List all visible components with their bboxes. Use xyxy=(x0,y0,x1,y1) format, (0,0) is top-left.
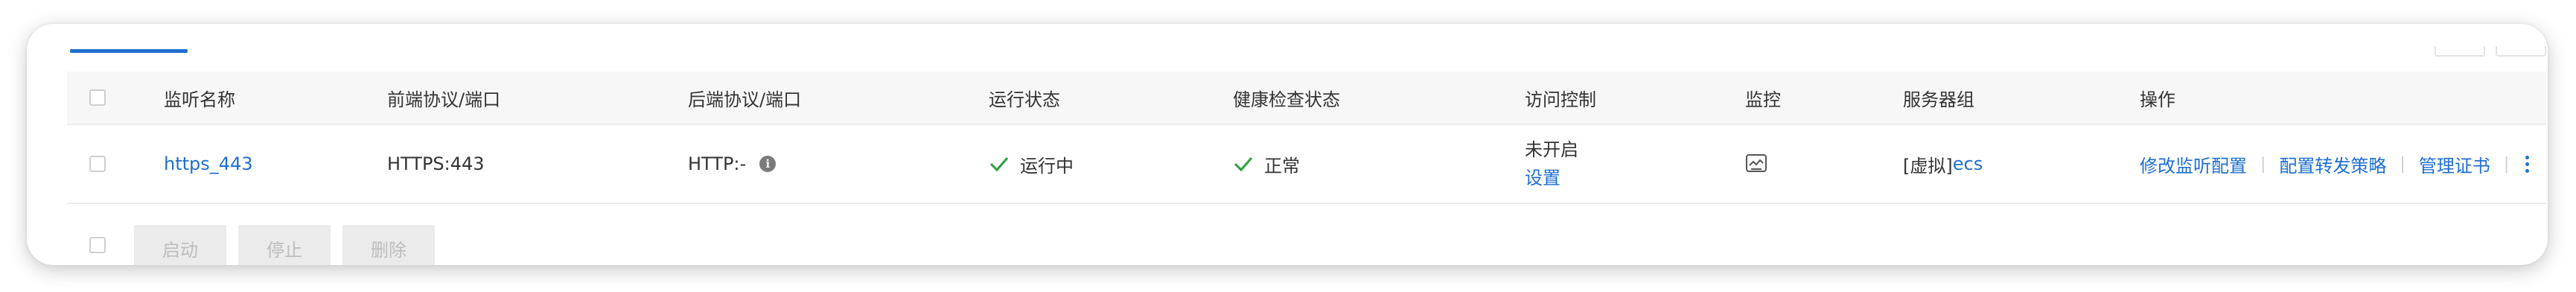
manage-certificate-link[interactable]: 管理证书 xyxy=(2419,151,2490,177)
footer-select-all-checkbox[interactable] xyxy=(89,237,106,253)
column-header-monitor: 监控 xyxy=(1745,89,1781,110)
start-button[interactable]: 启动 xyxy=(134,225,226,265)
column-header-frontend: 前端协议/端口 xyxy=(387,89,501,110)
toolbar-button[interactable] xyxy=(2435,46,2485,57)
server-group-cell: [虚拟] ecs xyxy=(1903,125,1983,203)
backend-protocol-port-cell: HTTP:- i xyxy=(688,125,777,203)
configure-forwarding-link[interactable]: 配置转发策略 xyxy=(2279,151,2386,177)
monitor-icon[interactable] xyxy=(1745,153,1767,174)
column-header-run-status: 运行状态 xyxy=(989,89,1060,110)
more-vertical-icon[interactable] xyxy=(2525,155,2530,173)
column-header-health-status: 健康检查状态 xyxy=(1233,89,1340,110)
column-header-backend: 后端协议/端口 xyxy=(688,89,802,110)
server-group-prefix: [虚拟] xyxy=(1903,155,1953,177)
column-header-name: 监听名称 xyxy=(164,89,235,110)
check-icon xyxy=(989,157,1009,172)
row-select-cell xyxy=(89,125,106,203)
health-status-text: 正常 xyxy=(1264,155,1300,177)
column-header-actions: 操作 xyxy=(2140,89,2175,110)
server-group-link[interactable]: ecs xyxy=(1953,153,1983,174)
table-row: https_443 HTTPS:443 HTTP:- i 运行中 正常 未开启 xyxy=(67,125,2546,204)
listener-name-link[interactable]: https_443 xyxy=(164,125,253,203)
access-control-settings-link[interactable]: 设置 xyxy=(1525,164,1560,192)
access-control-cell: 未开启 设置 xyxy=(1525,125,1578,203)
modify-listener-link[interactable]: 修改监听配置 xyxy=(2140,151,2247,177)
run-status-text: 运行中 xyxy=(1020,155,1074,177)
select-all-checkbox[interactable] xyxy=(89,89,106,106)
backend-protocol-port: HTTP:- xyxy=(688,153,747,174)
active-tab-indicator xyxy=(70,49,188,53)
frontend-protocol-port: HTTPS:443 xyxy=(387,153,485,174)
separator: | xyxy=(2400,154,2406,174)
column-header-server-group: 服务器组 xyxy=(1903,89,1974,110)
column-header-access-control: 访问控制 xyxy=(1525,89,1596,110)
table-header: 监听名称 前端协议/端口 后端协议/端口 运行状态 健康检查状态 访问控制 监控… xyxy=(67,72,2546,125)
row-checkbox[interactable] xyxy=(89,156,106,172)
health-status-cell: 正常 xyxy=(1233,125,1300,203)
listener-panel: 监听名称 前端协议/端口 后端协议/端口 运行状态 健康检查状态 访问控制 监控… xyxy=(27,24,2548,265)
separator: | xyxy=(2260,154,2266,174)
info-icon[interactable]: i xyxy=(759,156,777,172)
access-control-status: 未开启 xyxy=(1525,139,1578,160)
monitor-cell xyxy=(1745,125,1767,203)
check-icon xyxy=(1234,157,1253,172)
run-status-cell: 运行中 xyxy=(989,125,1074,203)
footer-select-cell xyxy=(89,204,106,265)
stop-button[interactable]: 停止 xyxy=(238,225,331,265)
delete-button[interactable]: 删除 xyxy=(342,225,435,265)
table-footer: 启动 停止 删除 xyxy=(67,204,2546,265)
toolbar-button[interactable] xyxy=(2496,46,2546,57)
select-all-cell xyxy=(89,72,106,124)
actions-cell: 修改监听配置 | 配置转发策略 | 管理证书 | xyxy=(2140,125,2530,203)
separator: | xyxy=(2503,154,2510,174)
